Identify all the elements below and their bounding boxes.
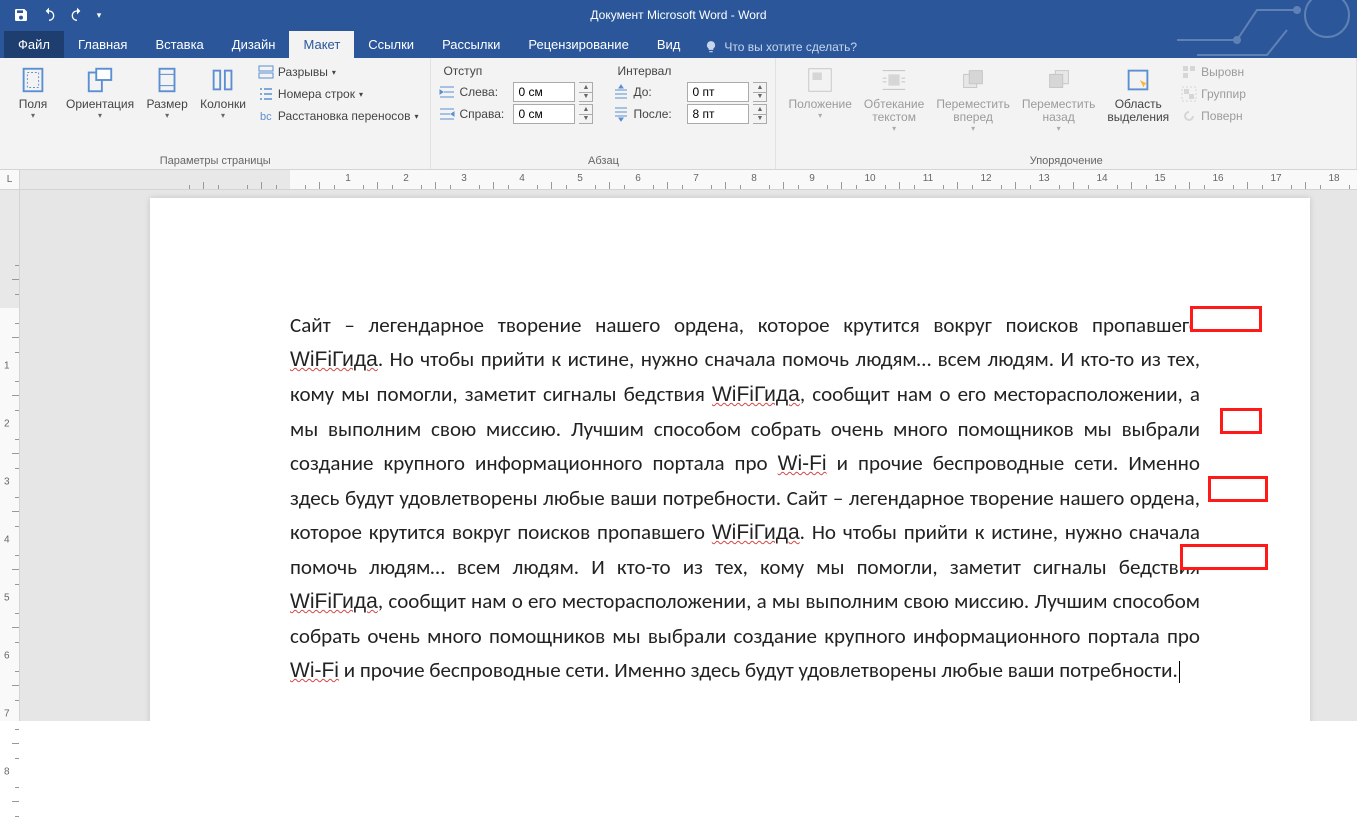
indent-heading: Отступ [439,62,593,80]
group-icon [1181,86,1197,102]
hyphenation-icon: bc [258,108,274,124]
ruler-vertical[interactable]: 12345678 [0,190,20,721]
tab-view[interactable]: Вид [643,31,695,58]
wrap-text-icon [878,64,910,96]
document-viewport[interactable]: Сайт – легендарное творение нашего орден… [20,190,1357,721]
indent-left-icon [439,84,455,100]
tab-layout[interactable]: Макет [289,31,354,58]
position-button[interactable]: Положение▾ [784,62,855,122]
line-numbers-icon [258,86,274,102]
wrap-text-button[interactable]: Обтекание текстом▾ [860,62,928,135]
qat-customize-button[interactable]: ▾ [92,2,106,28]
spacing-heading: Интервал [613,62,767,80]
group-page-setup: Поля▾ Ориентация▾ Размер▾ Колонки▾ Разры… [0,58,431,169]
tab-file[interactable]: Файл [4,31,64,58]
bring-forward-button[interactable]: Переместить вперед▾ [932,62,1014,135]
spacing-before-input[interactable] [687,82,749,102]
spacing-after-input[interactable] [687,104,749,124]
send-backward-button[interactable]: Переместить назад▾ [1018,62,1100,135]
spacing-before-spinner[interactable]: До: ▲▼ [613,82,767,102]
title-bar: ▾ Документ Microsoft Word - Word [0,0,1357,30]
tab-mailings[interactable]: Рассылки [428,31,514,58]
tab-home[interactable]: Главная [64,31,141,58]
breaks-icon [258,64,274,80]
margins-icon [17,64,49,96]
orientation-icon [84,64,116,96]
page: Сайт – легендарное творение нашего орден… [150,198,1310,721]
svg-text:bc: bc [260,111,272,123]
position-icon [804,64,836,96]
breaks-button[interactable]: Разрывы ▾ [254,62,423,82]
indent-left-input[interactable] [513,82,575,102]
ribbon-tabs: Файл Главная Вставка Дизайн Макет Ссылки… [0,30,1357,58]
align-button[interactable]: Выровн [1177,62,1250,82]
tab-review[interactable]: Рецензирование [514,31,642,58]
spacing-after-icon [613,106,629,122]
group-objects-button[interactable]: Группир [1177,84,1250,104]
hyphenation-button[interactable]: bcРасстановка переносов ▾ [254,106,423,126]
size-icon [151,64,183,96]
group-label-arrange: Упорядочение [784,153,1348,167]
highlight-box [1208,476,1268,502]
ribbon: Поля▾ Ориентация▾ Размер▾ Колонки▾ Разры… [0,58,1357,170]
tell-me-search[interactable]: Что вы хотите сделать? [694,36,867,58]
columns-button[interactable]: Колонки▾ [196,62,250,122]
indent-left-spinner[interactable]: Слева: ▲▼ [439,82,593,102]
undo-button[interactable] [36,2,62,28]
quick-access-toolbar: ▾ [0,2,106,28]
group-arrange: Положение▾ Обтекание текстом▾ Переместит… [776,58,1357,169]
group-paragraph: Отступ Слева: ▲▼ Справа: ▲▼ Интервал До: [431,58,776,169]
ruler-corner: L [0,170,20,190]
tab-insert[interactable]: Вставка [141,31,217,58]
rotate-button[interactable]: Поверн [1177,106,1250,126]
tab-references[interactable]: Ссылки [354,31,428,58]
align-icon [1181,64,1197,80]
save-button[interactable] [8,2,34,28]
group-label-page-setup: Параметры страницы [8,153,422,167]
indent-right-icon [439,106,455,122]
highlight-box [1180,544,1268,570]
selection-pane-button[interactable]: Область выделения [1103,62,1173,126]
tab-design[interactable]: Дизайн [218,31,290,58]
send-backward-icon [1043,64,1075,96]
ruler-horizontal[interactable]: 123456789101112131415161718 [20,170,1357,190]
highlight-box [1220,408,1262,434]
size-button[interactable]: Размер▾ [142,62,192,122]
highlight-box [1190,306,1262,332]
rotate-icon [1181,108,1197,124]
selection-pane-icon [1122,64,1154,96]
orientation-button[interactable]: Ориентация▾ [62,62,138,122]
bring-forward-icon [957,64,989,96]
redo-button[interactable] [64,2,90,28]
indent-right-input[interactable] [513,104,575,124]
margins-button[interactable]: Поля▾ [8,62,58,122]
indent-right-spinner[interactable]: Справа: ▲▼ [439,104,593,124]
spacing-after-spinner[interactable]: После: ▲▼ [613,104,767,124]
group-label-paragraph: Абзац [439,153,767,167]
columns-icon [207,64,239,96]
spacing-before-icon [613,84,629,100]
line-numbers-button[interactable]: Номера строк ▾ [254,84,423,104]
window-title: Документ Microsoft Word - Word [590,8,766,22]
body-text[interactable]: Сайт – легендарное творение нашего орден… [290,308,1200,688]
